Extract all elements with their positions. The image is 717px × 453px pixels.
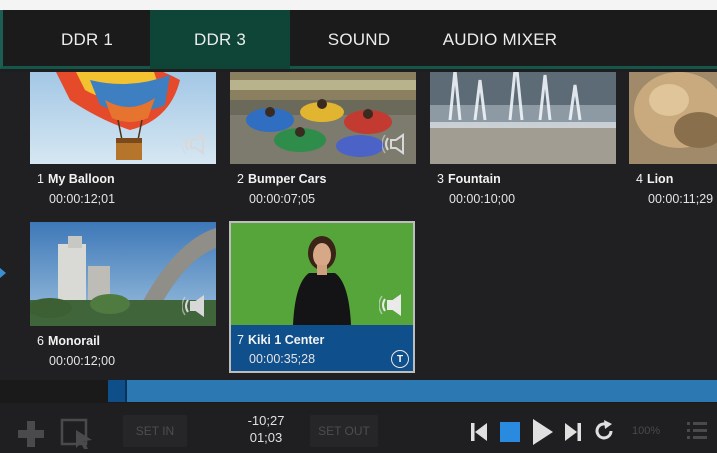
clip-name: Bumper Cars <box>247 172 327 186</box>
clip-duration: 00:00:35;28 <box>249 352 316 366</box>
add-icon[interactable] <box>16 419 46 449</box>
clip-number: 3 <box>437 172 444 186</box>
clip-title: 1 My Balloon <box>37 172 115 186</box>
clip-title: 6 Monorail <box>37 334 100 348</box>
scroll-indicator <box>0 268 6 278</box>
loop-icon[interactable] <box>592 419 616 443</box>
tab-audio-mixer[interactable]: AUDIO MIXER <box>425 10 575 69</box>
stop-icon[interactable] <box>499 421 521 443</box>
speaker-icon <box>182 133 204 155</box>
clip-thumbnail <box>230 72 416 164</box>
clip-title: 7 Kiki 1 Center <box>237 333 324 347</box>
set-out-button[interactable]: SET OUT <box>310 415 378 447</box>
speaker-icon <box>379 294 401 316</box>
clip-item-kiki-1-center[interactable]: 7 Kiki 1 Center 00:00:35;28 T <box>229 221 415 373</box>
clip-name: My Balloon <box>47 172 115 186</box>
tab-ddr-3[interactable]: DDR 3 <box>150 10 290 69</box>
speaker-icon <box>182 295 204 317</box>
zoom-level[interactable]: 100% <box>632 425 660 437</box>
timecode-elapsed: 01;03 <box>249 430 283 445</box>
tab-sound[interactable]: SOUND <box>300 10 418 69</box>
go-to-start-icon[interactable] <box>469 421 489 443</box>
scrub-bar[interactable] <box>0 380 717 403</box>
play-icon[interactable] <box>531 417 555 447</box>
window-top-strip <box>0 0 717 10</box>
transport-toolbar: SET IN -10;27 01;03 SET OUT 100% <box>0 403 717 453</box>
clip-duration: 00:00:12;01 <box>49 192 116 206</box>
go-to-end-icon[interactable] <box>563 421 583 443</box>
clip-name: Monorail <box>47 334 101 348</box>
clip-thumbnail <box>231 223 413 325</box>
timecode-remaining: -10;27 <box>247 413 285 428</box>
clip-number: 2 <box>237 172 244 186</box>
clip-title: 3 Fountain <box>437 172 501 186</box>
select-tool-icon[interactable] <box>60 418 94 450</box>
clip-thumbnail <box>30 72 216 164</box>
speaker-icon <box>382 133 404 155</box>
title-badge[interactable]: T <box>391 350 409 368</box>
clip-title: 2 Bumper Cars <box>237 172 326 186</box>
scrub-track[interactable] <box>108 380 717 402</box>
clip-duration: 00:00:07;05 <box>249 192 316 206</box>
clip-number: 1 <box>37 172 44 186</box>
tab-ddr-1[interactable]: DDR 1 <box>22 10 152 69</box>
clip-duration: 00:00:12;00 <box>49 354 116 368</box>
clip-duration: 00:00:10;00 <box>449 192 516 206</box>
list-icon[interactable] <box>686 420 708 442</box>
clip-name: Fountain <box>447 172 501 186</box>
clip-name: Lion <box>646 172 674 186</box>
clip-thumbnail <box>430 72 616 164</box>
clip-thumbnail <box>30 222 216 326</box>
clip-duration: 00:00:11;29 <box>648 192 714 206</box>
clip-number: 7 <box>237 333 244 347</box>
clip-thumbnail <box>629 72 717 164</box>
set-in-button[interactable]: SET IN <box>123 415 187 447</box>
clip-grid[interactable]: 1 My Balloon 00:00:12;01 2 Bumper Cars 0… <box>0 72 717 380</box>
clip-title: 4 Lion <box>636 172 673 186</box>
clip-name: Kiki 1 Center <box>247 333 325 347</box>
clip-number: 6 <box>37 334 44 348</box>
clip-number: 4 <box>636 172 643 186</box>
scrub-handle[interactable] <box>108 380 127 402</box>
